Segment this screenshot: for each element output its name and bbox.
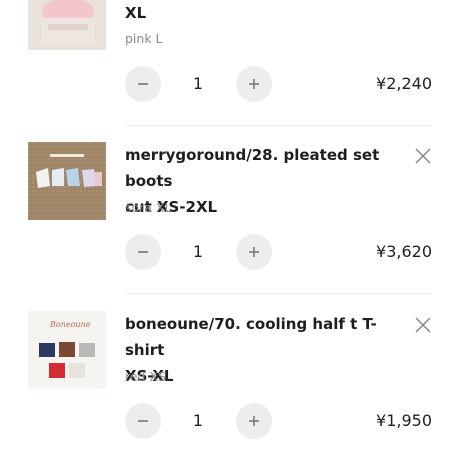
item-price: ¥1,950 (376, 411, 432, 430)
decrease-quantity-button[interactable] (125, 66, 161, 102)
plus-icon (249, 247, 259, 257)
increase-quantity-button[interactable] (236, 403, 272, 439)
product-variant: red XS (125, 369, 166, 384)
quantity-value: 1 (192, 74, 204, 93)
product-thumbnail[interactable] (28, 0, 106, 50)
svg-text:Boneoune: Boneoune (49, 320, 91, 329)
increase-quantity-button[interactable] (236, 234, 272, 270)
decrease-quantity-button[interactable] (125, 403, 161, 439)
product-title[interactable]: XL (125, 0, 405, 26)
item-divider (125, 125, 432, 126)
increase-quantity-button[interactable] (236, 66, 272, 102)
quantity-value: 1 (192, 411, 204, 430)
remove-item-button[interactable] (411, 313, 435, 337)
minus-icon (138, 83, 148, 85)
item-price: ¥3,620 (376, 242, 432, 261)
minus-icon (138, 251, 148, 253)
product-thumbnail[interactable] (28, 142, 106, 220)
plus-icon (249, 79, 259, 89)
product-thumbnail[interactable]: Boneoune (28, 311, 106, 389)
decrease-quantity-button[interactable] (125, 234, 161, 270)
product-title-line2: XS-XL (125, 367, 174, 385)
item-price: ¥2,240 (376, 74, 432, 93)
plus-icon (249, 416, 259, 426)
product-title-line1: boneoune/70. cooling half t T-shirt (125, 315, 377, 359)
product-title[interactable]: boneoune/70. cooling half t T-shirt XS-X… (125, 311, 405, 389)
item-divider (125, 293, 432, 294)
remove-item-button[interactable] (411, 144, 435, 168)
close-icon (415, 317, 431, 333)
product-title-line1: merrygoround/28. pleated set boots (125, 146, 380, 190)
quantity-value: 1 (192, 242, 204, 261)
close-icon (415, 148, 431, 164)
minus-icon (138, 420, 148, 422)
product-variant: pink L (125, 31, 163, 46)
product-variant: sora XL (125, 200, 172, 215)
